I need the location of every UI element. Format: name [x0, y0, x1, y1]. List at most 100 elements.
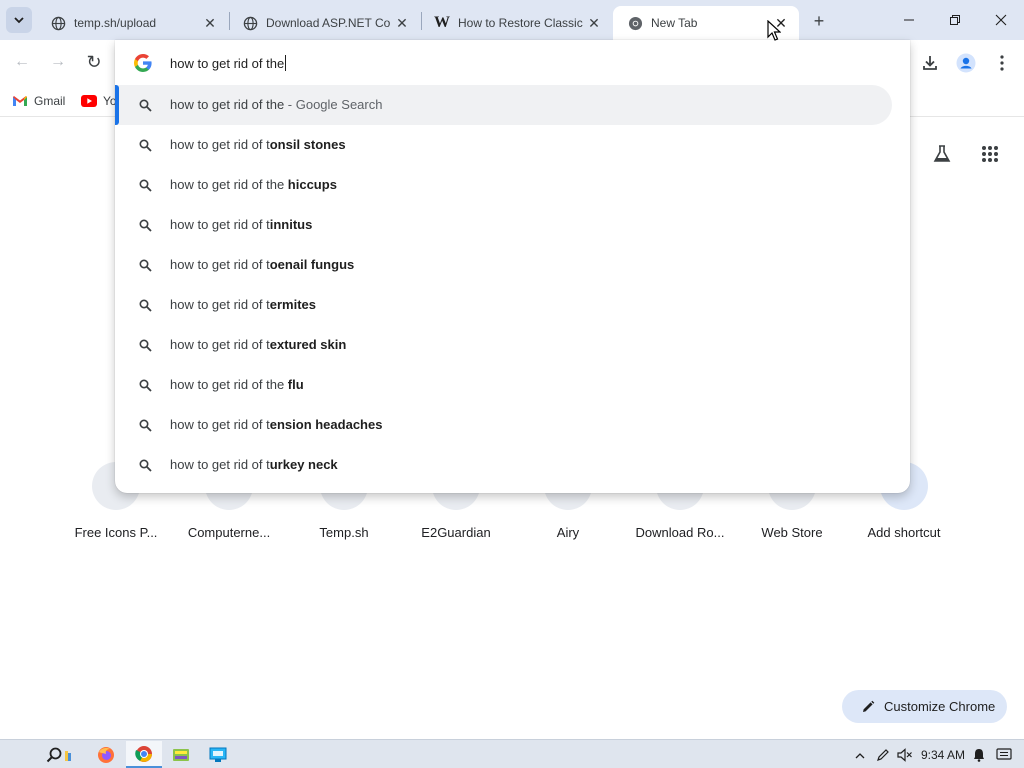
- minimize-icon: [904, 19, 914, 21]
- globe-icon: [242, 15, 258, 31]
- bookmark-label: Gmail: [34, 94, 66, 108]
- google-g-icon: [134, 54, 152, 72]
- tab-strip: temp.sh/upload ✕ Download ASP.NET Co ✕ W…: [0, 0, 1024, 40]
- notification-bell-icon[interactable]: [970, 746, 988, 764]
- tab-title: How to Restore Classic: [458, 16, 583, 30]
- suggestion-text: how to get rid of the flu: [170, 377, 304, 392]
- action-center-icon[interactable]: [994, 746, 1014, 764]
- search-icon: [137, 297, 153, 313]
- bookmark-gmail[interactable]: Gmail: [12, 91, 65, 111]
- suggestion-text: how to get rid of toenail fungus: [170, 257, 355, 272]
- tab-temp-sh[interactable]: temp.sh/upload ✕: [36, 6, 228, 40]
- taskbar: 9:34 AM: [0, 739, 1024, 768]
- shortcut-label: E2Guardian: [421, 525, 491, 540]
- customize-chrome-button[interactable]: Customize Chrome: [842, 690, 1007, 723]
- tab-search-button[interactable]: [6, 7, 32, 33]
- suggestion-row[interactable]: how to get rid of termites: [115, 285, 892, 325]
- customize-label: Customize Chrome: [884, 699, 996, 714]
- kebab-menu-icon: [1000, 55, 1004, 71]
- suggestion-row[interactable]: how to get rid of tension headaches: [115, 405, 892, 445]
- taskbar-app-archive[interactable]: [163, 741, 199, 768]
- suggestion-row[interactable]: how to get rid of the flu: [115, 365, 892, 405]
- search-icon: [137, 377, 153, 393]
- search-icon: [137, 457, 153, 473]
- suggestion-text: how to get rid of termites: [170, 297, 316, 312]
- restore-icon: [950, 15, 960, 25]
- tab-title: New Tab: [651, 16, 698, 30]
- search-icon: [137, 97, 153, 113]
- tab-close-icon[interactable]: ✕: [392, 13, 412, 33]
- suggestion-row[interactable]: how to get rid of textured skin: [115, 325, 892, 365]
- firefox-icon: [98, 746, 114, 763]
- youtube-icon: [81, 93, 97, 109]
- tab-close-icon[interactable]: ✕: [584, 13, 604, 33]
- archive-app-icon: [173, 748, 189, 761]
- globe-icon: [50, 15, 66, 31]
- tab-restore-classic[interactable]: W How to Restore Classic ✕: [420, 6, 612, 40]
- suggestion-row[interactable]: how to get rid of tonsil stones: [115, 125, 892, 165]
- shortcut-label: Web Store: [761, 525, 823, 540]
- volume-muted-icon[interactable]: [896, 746, 914, 764]
- suggestion-row[interactable]: how to get rid of the - Google Search: [115, 85, 892, 125]
- search-icon: [137, 417, 153, 433]
- clock[interactable]: 9:34 AM: [918, 746, 968, 764]
- chevron-down-icon: [14, 17, 24, 24]
- reload-button[interactable]: ↻: [80, 48, 108, 76]
- minimize-button[interactable]: [886, 0, 932, 40]
- suggestion-text: how to get rid of tension headaches: [170, 417, 383, 432]
- forward-button[interactable]: →: [44, 48, 72, 76]
- apps-grid-icon[interactable]: [976, 140, 1004, 168]
- selection-indicator: [115, 85, 119, 125]
- taskbar-file-explorer[interactable]: [58, 741, 80, 768]
- suggestion-text: how to get rid of textured skin: [170, 337, 347, 352]
- monitor-app-icon: [209, 747, 227, 762]
- pencil-icon: [859, 698, 877, 716]
- search-icon: [137, 137, 153, 153]
- bookmark-youtube[interactable]: Yo: [81, 91, 117, 111]
- taskbar-app-monitor[interactable]: [200, 741, 236, 768]
- wikihow-w-icon: W: [434, 14, 450, 31]
- search-icon: [137, 217, 153, 233]
- close-icon: [995, 14, 1007, 26]
- tray-overflow-chevron-icon[interactable]: [852, 746, 868, 764]
- chrome-icon: [627, 15, 643, 31]
- taskbar-firefox[interactable]: [88, 741, 124, 768]
- search-icon: [137, 177, 153, 193]
- suggestion-text: how to get rid of tonsil stones: [170, 137, 346, 152]
- new-tab-button[interactable]: +: [806, 8, 832, 34]
- suggestion-text: how to get rid of the hiccups: [170, 177, 337, 192]
- tab-title: temp.sh/upload: [74, 16, 157, 30]
- tab-download-aspnet[interactable]: Download ASP.NET Co ✕: [228, 6, 420, 40]
- back-button[interactable]: ←: [8, 48, 36, 76]
- suggestion-row[interactable]: how to get rid of turkey neck: [115, 445, 892, 485]
- folder-icon: [65, 750, 71, 761]
- menu-button[interactable]: [988, 49, 1016, 77]
- omnibox-input[interactable]: how to get rid of the: [115, 47, 910, 79]
- profile-avatar-icon: [956, 53, 976, 73]
- shortcut-label: Temp.sh: [319, 525, 369, 540]
- suggestion-row[interactable]: how to get rid of toenail fungus: [115, 245, 892, 285]
- gmail-icon: [12, 93, 28, 109]
- labs-flask-icon[interactable]: [928, 140, 956, 168]
- restore-button[interactable]: [932, 0, 978, 40]
- profile-button[interactable]: [952, 49, 980, 77]
- shortcut-label: Add shortcut: [867, 525, 941, 540]
- pen-tray-icon[interactable]: [874, 746, 892, 764]
- suggestion-text: how to get rid of tinnitus: [170, 217, 313, 232]
- shortcut-label: Download Ro...: [635, 525, 725, 540]
- suggestion-text: how to get rid of turkey neck: [170, 457, 338, 472]
- suggestion-row[interactable]: how to get rid of the hiccups: [115, 165, 892, 205]
- suggestion-text: how to get rid of the - Google Search: [170, 97, 383, 112]
- search-icon: [137, 337, 153, 353]
- omnibox-query-text: how to get rid of the: [170, 55, 287, 71]
- taskbar-chrome[interactable]: [126, 741, 162, 768]
- suggestion-row[interactable]: how to get rid of tinnitus: [115, 205, 892, 245]
- download-icon: [923, 56, 937, 70]
- mouse-cursor-icon: [767, 20, 781, 41]
- shortcut-label: Airy: [556, 525, 580, 540]
- downloads-button[interactable]: [916, 49, 944, 77]
- tab-close-icon[interactable]: ✕: [200, 13, 220, 33]
- tab-title: Download ASP.NET Co: [266, 16, 391, 30]
- close-window-button[interactable]: [978, 0, 1024, 40]
- omnibox-dropdown: how to get rid of the how to get rid of …: [115, 40, 910, 493]
